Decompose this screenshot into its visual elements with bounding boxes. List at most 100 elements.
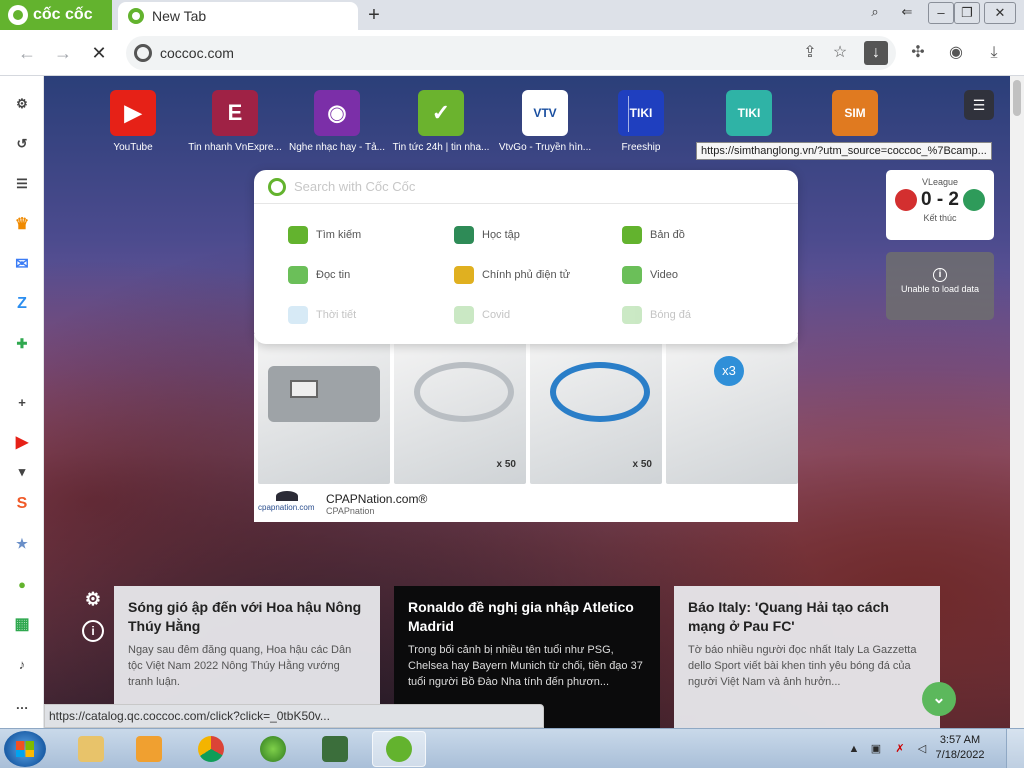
speed-dial-item[interactable]: TIKI Freeship [586,90,696,153]
bell-icon[interactable]: ♪ [10,652,34,676]
speed-dial-label: Nghe nhạc hay - Tả... [289,142,385,153]
taskbar-explorer[interactable] [64,731,118,767]
share-icon[interactable]: ⇪ [798,41,822,65]
close-button[interactable]: ✕ [984,2,1016,24]
service-shortcut[interactable]: Chính phủ điện tử [454,266,570,284]
service-shortcut[interactable]: Học tập [454,226,520,244]
screenshot-icon[interactable]: ⌕ [862,2,888,24]
scroll-down-button[interactable]: ⌄ [922,682,956,716]
speed-dial-item[interactable]: VTV VtvGo - Truyền hìn... [490,90,600,153]
news-info-icon[interactable]: i [82,620,104,642]
profile-avatar-icon[interactable]: ◉ [944,41,968,65]
speed-dial-item[interactable]: ▶ YouTube [78,90,188,153]
system-clock[interactable]: 3:57 AM 7/18/2022 [930,733,990,763]
news-card[interactable]: Báo Italy: 'Quang Hải tạo cách mạng ở Pa… [674,586,940,728]
sheet-icon[interactable]: ▦ [10,612,34,636]
news-summary: Tờ báo nhiều người đọc nhất Italy La Gaz… [688,644,917,688]
cpap-machine-image [268,366,380,422]
messenger-icon[interactable]: ✉ [10,252,34,276]
football-score-widget[interactable]: VLeague 0 - 2 Kết thúc [886,170,994,240]
taskbar-monitor[interactable] [308,731,362,767]
forward-button[interactable]: → [50,40,76,66]
unavailable-widget[interactable]: i Unable to load data [886,252,994,320]
news-settings-gear-icon[interactable]: ⚙ [82,588,104,610]
service-label: Học tập [482,229,520,241]
task-monitor-icon [322,736,348,762]
extensions-puzzle-icon[interactable]: ✣ [906,41,930,65]
green-app-icon [260,736,286,762]
ad-product-image[interactable] [258,342,390,484]
chrome-icon [198,736,224,762]
more-icon[interactable]: … [10,692,34,716]
ad-product-image[interactable]: x3 [666,342,798,484]
anime-icon[interactable]: ★ [10,532,34,556]
speed-dial-item[interactable]: E Tin nhanh VnExpre... [180,90,290,153]
service-shortcut[interactable]: Bóng đá [622,306,691,324]
settings-gear-icon[interactable]: ⚙ [10,92,34,116]
restore-button[interactable]: ❐ [954,2,980,24]
tray-expand-icon[interactable]: ▲ [846,741,862,757]
reading-list-icon[interactable]: ☰ [10,172,34,196]
youtube-sidebar-icon[interactable]: ▶ [10,430,34,454]
customize-settings-button[interactable]: ☰ [964,90,994,120]
media-player-icon [136,736,162,762]
map-pin-icon [622,226,642,244]
speed-dial-label: YouTube [113,142,153,153]
shopee-icon[interactable]: S [10,492,34,516]
ad-product-image[interactable]: x 50 [530,342,662,484]
save-page-icon[interactable]: ↓ [864,41,888,65]
taskbar-media-player[interactable] [122,731,176,767]
address-bar[interactable]: coccoc.com [126,36,896,70]
brand-label: cốc cốc [33,6,93,23]
humidifier-image [414,362,514,422]
ad-subtitle: CPAPnation [326,506,375,516]
football-icon [622,306,642,324]
service-shortcut[interactable]: Covid [454,306,510,324]
ad-quantity: x 50 [496,459,516,470]
zalo-icon[interactable]: Z [10,292,34,316]
crown-icon[interactable]: ♛ [10,212,34,236]
stop-loading-button[interactable]: ✕ [86,40,112,66]
add-shortcut-icon[interactable]: + [10,390,34,414]
bookmark-star-icon[interactable]: ☆ [828,41,852,65]
taskbar-app[interactable] [246,731,300,767]
game-controller-icon[interactable]: ✚ [10,332,34,356]
news-summary: Ngay sau đêm đăng quang, Hoa hậu các Dân… [128,644,352,688]
speed-dial-item[interactable]: ◉ Nghe nhạc hay - Tả... [282,90,392,153]
graduation-cap-icon [454,226,474,244]
page-scrollbar[interactable] [1010,76,1024,728]
coccoc-map-icon[interactable]: ● [10,572,34,596]
back-button[interactable]: ← [14,40,40,66]
search-input[interactable] [294,179,754,194]
service-shortcut[interactable]: Video [622,266,678,284]
tab-new-tab[interactable]: New Tab [118,2,358,30]
start-button[interactable] [4,731,46,767]
windows-logo-icon [16,741,34,757]
ad-banner[interactable]: x 50 x 50 x3 cpapnation.com CPAPNation.c… [254,334,798,522]
coccoc-brand-button[interactable]: cốc cốc [0,0,112,30]
speed-dial-item[interactable]: SIM [800,90,910,142]
history-icon[interactable]: ↺ [10,132,34,156]
speed-dial-item[interactable]: TIKI [694,90,804,142]
speed-dial-item[interactable]: ✓ Tin tức 24h | tin nha... [386,90,496,153]
back-arrow-window-icon[interactable]: ⇐ [894,2,920,24]
taskbar-coccoc[interactable] [372,731,426,767]
service-shortcut[interactable]: Thời tiết [288,306,356,324]
minimize-button[interactable]: – [928,2,954,24]
taskbar-chrome[interactable] [184,731,238,767]
scrollbar-thumb[interactable] [1013,80,1021,116]
speed-dial-label: Tin tức 24h | tin nha... [392,142,490,153]
volume-icon[interactable]: ◁ [914,741,930,757]
action-center-flag-icon[interactable]: ✗ [892,741,908,757]
downloads-icon[interactable]: ⤓ [982,41,1006,65]
search-panel: Tìm kiếm Học tập Bản đồ Đọc tin Chính phủ đi… [254,170,798,344]
covid-icon [454,306,474,324]
service-shortcut[interactable]: Đọc tin [288,266,350,284]
new-tab-button[interactable]: + [362,4,386,26]
show-desktop-button[interactable] [1006,729,1024,768]
service-shortcut[interactable]: Tìm kiếm [288,226,361,244]
chevron-down-icon[interactable]: ▾ [10,460,34,484]
ad-product-image[interactable]: x 50 [394,342,526,484]
service-shortcut[interactable]: Bản đồ [622,226,685,244]
network-icon[interactable]: ▣ [868,741,884,757]
